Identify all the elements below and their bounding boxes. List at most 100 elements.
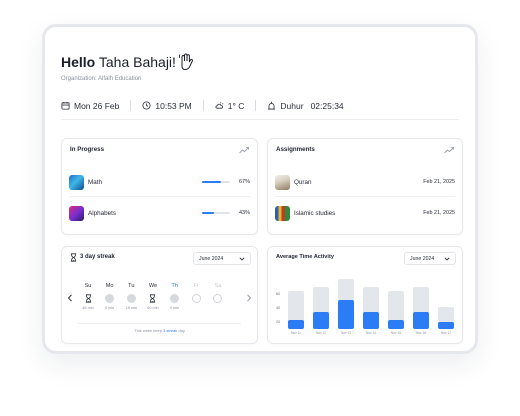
streak-days: Su 45 min Mo 0 min Tu 15 min We 60 min Th 0 min Fr… <box>78 283 228 311</box>
activity-bar-value <box>288 319 304 329</box>
streak-title: 3 day streak <box>80 254 115 260</box>
streak-footer-text: This week keep <box>134 328 164 333</box>
progress-bar <box>202 181 230 183</box>
chart-month-select[interactable]: June 2024 <box>404 252 456 265</box>
progress-bar-fill <box>202 212 215 214</box>
streak-footer-link[interactable]: 3 streak <box>163 328 177 333</box>
assignment-label: Quran <box>294 178 312 186</box>
streak-day: Su 45 min <box>78 283 98 311</box>
assignment-item-islamic-studies[interactable]: Islamic studies Feb 21, 2025 <box>275 201 455 225</box>
time-info: 10:53 PM <box>142 100 192 111</box>
row-divider <box>69 196 250 197</box>
streak-day: Tu 15 min <box>121 283 141 311</box>
info-separator <box>130 100 132 111</box>
x-axis-tick-label: Nov 14 <box>365 331 377 335</box>
date-info: Mon 26 Feb <box>61 101 119 111</box>
x-axis-tick-label: Nov 17 <box>440 331 452 335</box>
y-axis-tick-label: 20 <box>276 320 281 324</box>
activity-bar-value <box>413 312 429 329</box>
activity-bar-value <box>338 299 354 329</box>
greeting-user-name: Taha Bahaji! <box>98 54 176 70</box>
streak-day-minutes: 15 min <box>125 306 138 310</box>
info-bar: Mon 26 Feb 10:53 PM 1° C Duhur 02:25:34 <box>61 100 344 111</box>
streak-footer: This week keep 3 streak day <box>62 328 257 333</box>
assignments-card: Assignments Quran Feb 21, 2025 Islamic s… <box>267 138 463 235</box>
trend-icon <box>444 146 454 154</box>
streak-footer-end: day <box>177 328 185 333</box>
activity-bar-value <box>313 312 329 329</box>
streak-day-minutes: 45 min <box>82 306 94 310</box>
y-axis-tick-label: 60 <box>276 292 281 296</box>
streak-day: Fr <box>186 283 206 311</box>
progress-bar <box>202 212 230 214</box>
calendar-icon <box>61 101 70 110</box>
activity-chart-card: Average Time Activity June 2024 60 40 20 No… <box>267 246 463 344</box>
progress-percent: 43% <box>238 210 250 216</box>
waving-hand-icon <box>178 53 193 71</box>
prayer-time: 02:25:34 <box>310 100 344 111</box>
clock-icon <box>142 101 151 110</box>
streak-day-name: Sa <box>214 283 222 289</box>
empty-day-circle <box>191 293 201 303</box>
date-text: Mon 26 Feb <box>74 100 120 111</box>
streak-month-select[interactable]: June 2024 <box>193 252 251 265</box>
streak-day-minutes: 0 min <box>105 306 115 310</box>
prayer-info: Duhur 02:25:34 <box>267 100 344 111</box>
dashboard-window: Hello Taha Bahaji! Organization: Alfalh … <box>42 24 478 354</box>
weather-info: 1° C <box>215 101 244 111</box>
alphabets-thumbnail <box>69 205 84 221</box>
streak-day-name: Fr <box>193 283 199 289</box>
empty-day-circle <box>213 293 223 303</box>
info-separator <box>255 100 257 111</box>
streak-day-minutes: 60 min <box>147 306 159 310</box>
hourglass-icon <box>83 293 93 303</box>
course-item-math[interactable]: Math 67% <box>69 170 250 194</box>
organization-label: Organization: Alfalh Education <box>61 76 142 82</box>
x-axis-tick-label: Nov 13 <box>340 331 352 335</box>
hourglass-icon <box>148 293 158 303</box>
streak-day: We 60 min <box>143 283 163 311</box>
streak-day: Mo 0 min <box>100 283 120 311</box>
course-label: Math <box>88 178 102 186</box>
x-axis-tick-label: Nov 11 <box>291 331 301 335</box>
trend-icon <box>239 146 249 154</box>
assignment-date: Feb 21, 2025 <box>423 179 455 185</box>
greeting-title: Hello Taha Bahaji! <box>61 54 176 70</box>
streak-day: Th 0 min <box>165 283 185 311</box>
streak-card: 3 day streak June 2024 Su 45 min Mo 0 min Tu… <box>61 246 258 344</box>
progress-bar-fill <box>202 181 221 183</box>
assignment-item-quran[interactable]: Quran Feb 21, 2025 <box>275 170 455 194</box>
missed-day-dot <box>126 293 136 303</box>
course-item-alphabets[interactable]: Alphabets 43% <box>69 201 250 225</box>
streak-day-name: Mo <box>105 283 114 289</box>
info-separator <box>202 100 204 111</box>
quran-thumbnail <box>275 174 290 190</box>
activity-bar-value <box>388 319 404 329</box>
header-divider <box>61 119 459 120</box>
row-divider <box>275 196 455 197</box>
math-thumbnail <box>69 174 84 190</box>
islamic-studies-thumbnail <box>275 205 290 221</box>
hourglass-icon <box>70 253 77 262</box>
streak-day-name: Th <box>171 283 178 289</box>
next-week-arrow-icon[interactable] <box>246 294 252 302</box>
time-text: 10:53 PM <box>155 100 192 111</box>
assignment-label: Islamic studies <box>294 209 336 217</box>
activity-bar-value <box>438 322 454 329</box>
streak-divider <box>78 323 241 324</box>
streak-day-name: We <box>148 283 158 289</box>
streak-day-name: Tu <box>128 283 135 289</box>
previous-week-arrow-icon[interactable] <box>67 294 73 302</box>
assignment-date: Feb 21, 2025 <box>423 210 455 216</box>
streak-day-name: Su <box>84 283 92 289</box>
streak-day: Sa <box>208 283 228 311</box>
cloud-sun-icon <box>215 102 224 109</box>
chart-title: Average Time Activity <box>276 254 334 260</box>
course-label: Alphabets <box>88 209 117 217</box>
progress-percent: 67% <box>238 179 250 185</box>
mosque-icon <box>268 101 276 110</box>
chevron-down-icon <box>444 256 450 261</box>
missed-day-dot <box>170 293 180 303</box>
chevron-down-icon <box>239 256 245 261</box>
streak-day-minutes: 0 min <box>169 306 180 310</box>
